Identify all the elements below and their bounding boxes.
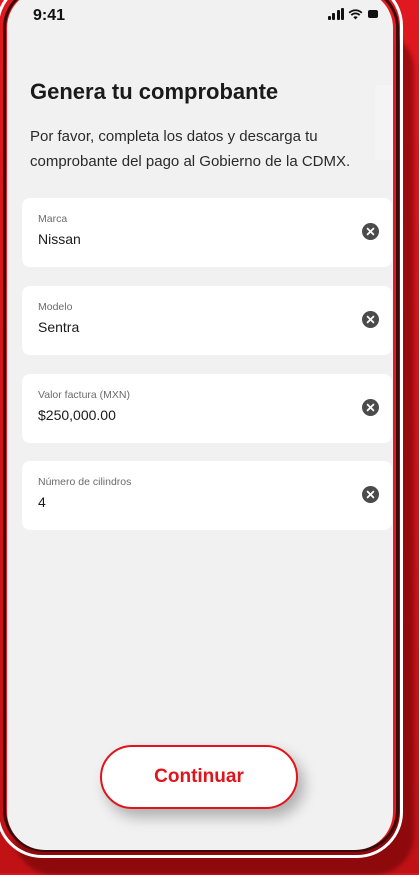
brand-field[interactable]: Marca Nissan (22, 198, 392, 267)
wifi-icon (348, 9, 363, 20)
status-bar: 9:41 (7, 0, 393, 40)
brand-field-value[interactable]: Nissan (38, 231, 81, 247)
clear-icon (366, 490, 375, 499)
model-field[interactable]: Modelo Sentra (22, 286, 392, 355)
invoice-value-field-value[interactable]: $250,000.00 (38, 407, 116, 423)
page-description: Por favor, completa los datos y descarga… (30, 128, 351, 170)
brand-clear-button[interactable] (362, 223, 379, 240)
phone-screen: 9:41 Genera tu comprobante Por favor, co… (7, 0, 393, 850)
clear-icon (366, 227, 375, 236)
cylinders-field-label: Número de cilindros (38, 476, 132, 488)
battery-icon (368, 10, 378, 18)
cellular-signal-icon (327, 8, 344, 20)
invoice-value-field[interactable]: Valor factura (MXN) $250,000.00 (22, 374, 392, 443)
cylinders-field[interactable]: Número de cilindros 4 (22, 461, 392, 530)
status-time: 9:41 (33, 7, 66, 24)
clear-icon (366, 315, 375, 324)
brand-field-label: Marca (38, 213, 68, 225)
cylinders-clear-button[interactable] (362, 486, 379, 503)
model-field-label: Modelo (38, 301, 73, 313)
invoice-value-field-label: Valor factura (MXN) (38, 389, 130, 401)
continue-button[interactable]: Continuar (100, 745, 298, 809)
status-icons (327, 8, 380, 20)
clear-icon (366, 403, 375, 412)
cylinders-field-value[interactable]: 4 (38, 494, 46, 510)
model-clear-button[interactable] (362, 311, 379, 328)
invoice-value-clear-button[interactable] (362, 399, 379, 416)
page-title: Genera tu comprobante (30, 79, 279, 104)
model-field-value[interactable]: Sentra (38, 319, 79, 335)
